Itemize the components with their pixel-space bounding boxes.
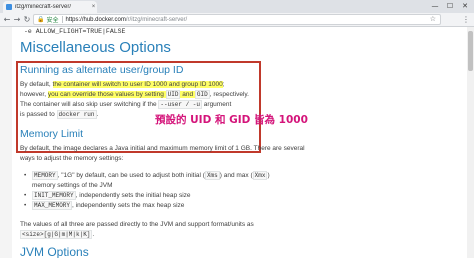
text-span: , "1G" by default, can be used to adjust… bbox=[57, 172, 205, 179]
browser-tab[interactable]: itzg/minecraft-server/ × bbox=[3, 1, 97, 13]
bookmark-star-icon[interactable]: ☆ bbox=[430, 15, 436, 24]
page-scrollbar[interactable] bbox=[467, 27, 474, 258]
text-span: , respectively. bbox=[209, 91, 249, 98]
memory-units-line: <size>[g|G|m|M|k|K]. bbox=[20, 230, 94, 240]
list-item: • MEMORY, "1G" by default, can be used to… bbox=[24, 171, 270, 181]
address-divider bbox=[61, 16, 63, 23]
memory-para-line1: By default, the image declares a Java in… bbox=[20, 145, 305, 152]
maximize-icon[interactable]: ☐ bbox=[443, 0, 457, 12]
docker-run-code: docker run bbox=[56, 110, 97, 119]
memory-para-line3: The values of all three are passed direc… bbox=[20, 221, 254, 228]
page-viewport: -e ALLOW_FLIGHT=TRUE|FALSE Miscellaneous… bbox=[0, 27, 474, 258]
bullet-icon: • bbox=[24, 172, 27, 179]
text-span: is passed to bbox=[20, 111, 57, 118]
uid-code: UID bbox=[165, 90, 181, 99]
misc-options-heading: Miscellaneous Options bbox=[20, 39, 171, 56]
list-item-continuation: memory settings of the JVM bbox=[32, 182, 113, 189]
bullet-icon: • bbox=[24, 202, 27, 209]
user-para-line3: The container will also skip user switch… bbox=[20, 100, 231, 110]
text-span: you can override those values by setting bbox=[47, 91, 166, 98]
text-span: ) bbox=[267, 172, 270, 179]
tab-close-icon[interactable]: × bbox=[90, 4, 97, 10]
text-span: ; bbox=[222, 81, 225, 88]
user-para-line2: however, you can override those values b… bbox=[20, 90, 249, 100]
user-para-line4: is passed to docker run. bbox=[20, 110, 98, 120]
text-span: and bbox=[180, 91, 195, 98]
env-code-line: -e ALLOW_FLIGHT=TRUE|FALSE bbox=[24, 28, 126, 35]
annotation-label: 預設的 UID 和 GID 皆為 1000 bbox=[155, 114, 308, 126]
user-para-line1: By default, the container will switch to… bbox=[20, 80, 225, 90]
docker-favicon-icon bbox=[6, 4, 12, 10]
text-span: . bbox=[96, 111, 99, 118]
memory-code: MEMORY bbox=[32, 171, 58, 180]
tab-title: itzg/minecraft-server/ bbox=[15, 4, 72, 10]
close-window-icon[interactable]: ✕ bbox=[458, 0, 472, 12]
user-flag-code: --user / -u bbox=[158, 100, 202, 109]
memory-para-line2: ways to adjust the memory settings: bbox=[20, 155, 124, 162]
reload-icon[interactable]: ↻ bbox=[22, 14, 32, 25]
init-memory-code: INIT_MEMORY bbox=[32, 191, 76, 200]
secure-label: 安全 bbox=[46, 18, 59, 24]
back-arrow-icon[interactable]: ← bbox=[2, 14, 12, 25]
max-memory-code: MAX_MEMORY bbox=[32, 201, 73, 210]
xmx-code: Xmx bbox=[252, 171, 268, 180]
forward-arrow-icon[interactable]: → bbox=[12, 14, 22, 25]
minimize-icon[interactable]: — bbox=[428, 0, 442, 12]
alternate-user-heading: Running as alternate user/group ID bbox=[20, 64, 184, 76]
highlight-default-ids: the container will switch to user ID 100… bbox=[52, 81, 223, 88]
lock-icon: 🔒 bbox=[37, 16, 45, 23]
jvm-options-heading: JVM Options bbox=[20, 245, 89, 258]
url-host: https://hub.docker.com bbox=[65, 16, 126, 23]
text-span: however, bbox=[20, 91, 48, 98]
text-span: , independently sets the max heap size bbox=[72, 202, 185, 209]
browser-toolbar: ← → ↻ 🔒 安全 https://hub.docker.com /r/itz… bbox=[0, 13, 474, 27]
list-item: • INIT_MEMORY, independently sets the ini… bbox=[24, 191, 191, 201]
memory-limit-heading: Memory Limit bbox=[20, 128, 84, 140]
tab-strip: itzg/minecraft-server/ × — ☐ ✕ bbox=[0, 0, 474, 13]
xms-code: Xms bbox=[204, 171, 220, 180]
list-item: • MAX_MEMORY, independently sets the max … bbox=[24, 201, 184, 211]
text-span: By default, bbox=[20, 81, 53, 88]
docs-sidebar-edge bbox=[0, 27, 12, 258]
gid-code: GID bbox=[194, 90, 210, 99]
bullet-icon: • bbox=[24, 192, 27, 199]
text-span: , independently sets the initial heap si… bbox=[75, 192, 191, 199]
size-units-code: <size>[g|G|m|M|k|K] bbox=[20, 230, 93, 239]
text-span: . bbox=[92, 231, 95, 238]
text-span: The container will also skip user switch… bbox=[20, 101, 159, 108]
highlight-override: you can override those values by setting… bbox=[47, 90, 210, 99]
address-bar[interactable]: 🔒 安全 https://hub.docker.com /r/itzg/mine… bbox=[33, 14, 441, 25]
scrollbar-thumb[interactable] bbox=[468, 31, 473, 71]
text-span: argument bbox=[201, 101, 232, 108]
url-path: /r/itzg/minecraft-server/ bbox=[125, 16, 188, 23]
browser-menu-icon[interactable]: ⋮ bbox=[462, 14, 470, 25]
text-span: ) and max ( bbox=[219, 172, 253, 179]
